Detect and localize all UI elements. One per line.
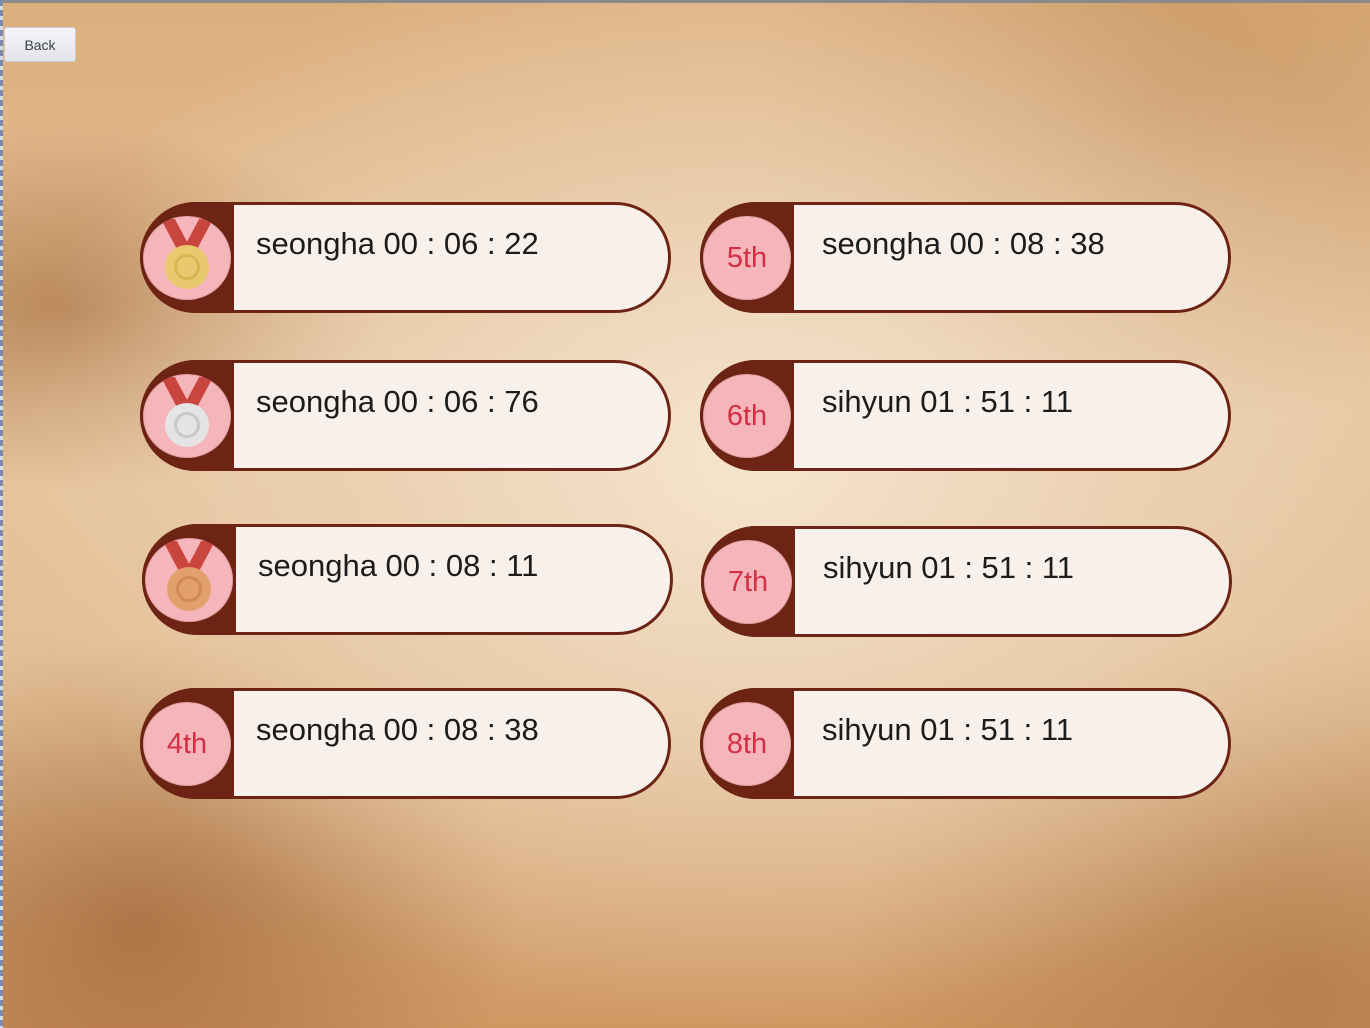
leaderboard-entry-3: seongha 00 : 08 : 11 [142,524,675,637]
leaderboard-entry-7: 7th sihyun 01 : 51 : 11 [701,526,1234,639]
rank-badge: 4th [143,702,231,786]
entry-name-time: seongha 00 : 06 : 76 [256,384,539,419]
entry-name-time: seongha 00 : 08 : 11 [258,548,539,583]
leaderboard-entry-6: 6th sihyun 01 : 51 : 11 [700,360,1233,473]
back-button[interactable]: Back [4,27,76,62]
rank-badge [145,538,233,622]
window-top-border [0,0,1370,3]
rank-label: 8th [726,727,768,760]
entry-name-time: seongha 00 : 08 : 38 [822,226,1105,261]
entry-name-time: sihyun 01 : 51 : 11 [823,550,1075,585]
leaderboard-entry-5: 5th seongha 00 : 08 : 38 [700,202,1233,315]
rank-label: 7th [727,565,769,598]
rank-badge: 6th [703,374,791,458]
entry-name-time: seongha 00 : 06 : 22 [256,226,539,261]
rank-label: 4th [166,727,208,760]
rank-badge: 8th [703,702,791,786]
rank-badge [143,374,231,458]
rank-label: 5th [726,241,768,274]
silver-medal-icon [157,377,217,455]
window-left-border [0,0,3,1028]
leaderboard-entry-4: 4th seongha 00 : 08 : 38 [140,688,673,801]
leaderboard-entry-1: seongha 00 : 06 : 22 [140,202,673,315]
bronze-medal-icon [159,541,219,619]
rank-badge: 7th [704,540,792,624]
rank-badge [143,216,231,300]
rank-label: 6th [726,399,768,432]
leaderboard-entry-8: 8th sihyun 01 : 51 : 11 [700,688,1233,801]
entry-name-time: sihyun 01 : 51 : 11 [822,712,1074,747]
gold-medal-icon [157,219,217,297]
rank-badge: 5th [703,216,791,300]
leaderboard: seongha 00 : 06 : 22 seongha 00 : 06 : 7… [140,202,1233,802]
entry-name-time: seongha 00 : 08 : 38 [256,712,539,747]
leaderboard-entry-2: seongha 00 : 06 : 76 [140,360,673,473]
entry-name-time: sihyun 01 : 51 : 11 [822,384,1074,419]
